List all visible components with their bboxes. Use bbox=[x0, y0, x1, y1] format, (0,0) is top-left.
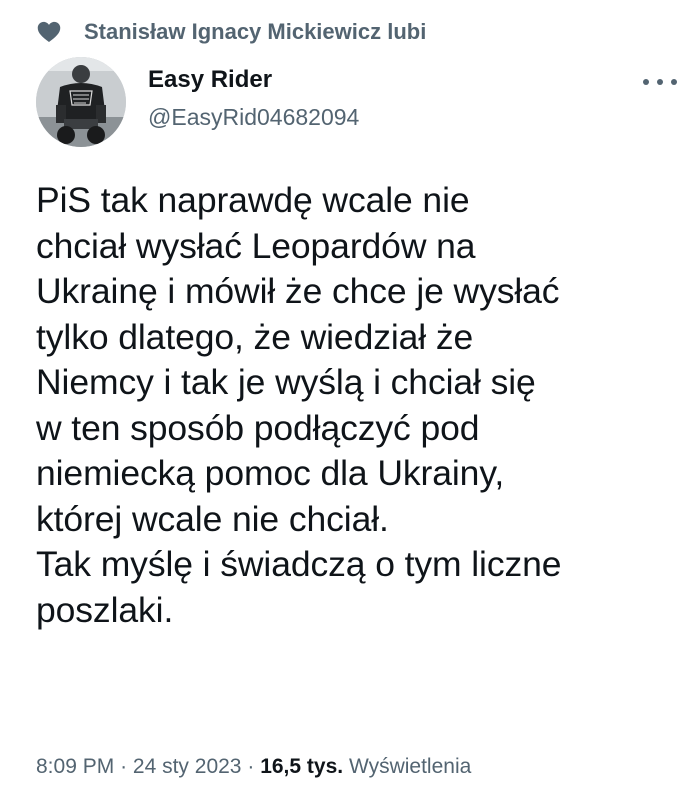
heart-icon bbox=[36, 19, 62, 45]
tweet-meta: 8:09 PM · 24 sty 2023 · 16,5 tys. Wyświe… bbox=[36, 752, 471, 782]
tweet-date[interactable]: 24 sty 2023 bbox=[133, 755, 242, 778]
author-handle[interactable]: @EasyRid04682094 bbox=[148, 102, 359, 132]
meta-separator: · bbox=[247, 755, 255, 778]
tweet-text: PiS tak naprawdę wcale nie chciał wysłać… bbox=[36, 180, 562, 630]
social-context-text[interactable]: Stanisław Ignacy Mickiewicz lubi bbox=[84, 19, 426, 45]
more-dot bbox=[671, 79, 677, 85]
more-options-icon[interactable] bbox=[643, 72, 677, 92]
social-context[interactable]: Stanisław Ignacy Mickiewicz lubi bbox=[36, 16, 426, 48]
avatar[interactable] bbox=[36, 57, 126, 147]
tweet-time[interactable]: 8:09 PM bbox=[36, 755, 114, 778]
views-count: 16,5 tys. bbox=[260, 755, 344, 778]
meta-separator: · bbox=[120, 755, 128, 778]
more-dot bbox=[643, 79, 649, 85]
views-label: Wyświetlenia bbox=[348, 755, 472, 778]
author-display-name[interactable]: Easy Rider bbox=[148, 64, 359, 96]
author-block[interactable]: Easy Rider @EasyRid04682094 bbox=[148, 64, 359, 132]
more-dot bbox=[657, 79, 663, 85]
